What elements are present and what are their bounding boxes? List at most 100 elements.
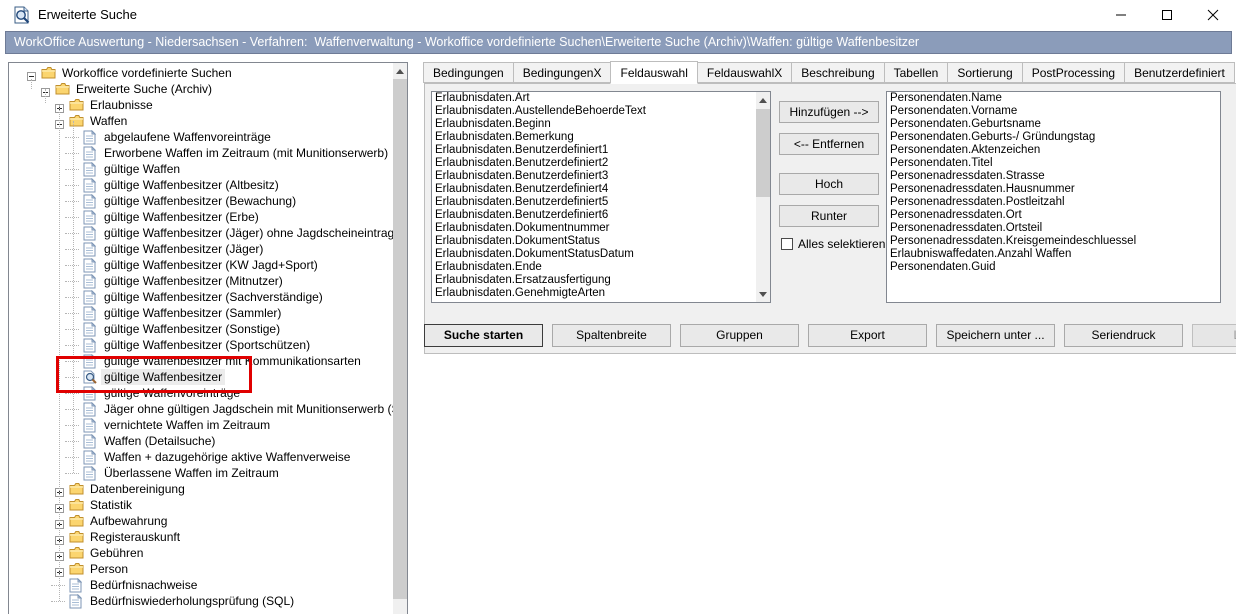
- list-item[interactable]: Erlaubnisdaten.GenehmigteArten: [432, 287, 756, 300]
- tree-item[interactable]: gültige Waffenvoreinträge: [9, 385, 391, 401]
- seriendruck-button[interactable]: Seriendruck: [1064, 324, 1183, 347]
- tree-item[interactable]: Workoffice vordefinierte Suchen: [9, 65, 391, 81]
- tab-benutzerdefiniert[interactable]: Benutzerdefiniert: [1124, 62, 1235, 83]
- tree-item[interactable]: Waffen + dazugehörige aktive Waffenverwe…: [9, 449, 391, 465]
- minimize-button[interactable]: [1098, 0, 1144, 29]
- select-all-option[interactable]: Alles selektieren: [781, 237, 885, 251]
- list-item[interactable]: Personendaten.Geburts-/ Gründungstag: [887, 131, 1220, 144]
- tree-item[interactable]: Erweiterte Suche (Archiv): [9, 81, 391, 97]
- list-item[interactable]: Personenadressdaten.Kreisgemeindeschlues…: [887, 235, 1220, 248]
- available-fields-list[interactable]: Erlaubnisdaten.ArtErlaubnisdaten.Austell…: [431, 91, 771, 303]
- speichern-unter-button[interactable]: Speichern unter ...: [936, 324, 1055, 347]
- list-item[interactable]: Erlaubnisdaten.Benutzerdefiniert6: [432, 209, 756, 222]
- tree-item[interactable]: Statistik: [9, 497, 391, 513]
- remove-field-button[interactable]: <-- Entfernen: [779, 133, 879, 155]
- tree-item[interactable]: Erworbene Waffen im Zeitraum (mit Muniti…: [9, 145, 391, 161]
- spaltenbreite-button[interactable]: Spaltenbreite: [552, 324, 671, 347]
- list-item[interactable]: Erlaubnisdaten.Benutzerdefiniert4: [432, 183, 756, 196]
- tree-item[interactable]: Gebühren: [9, 545, 391, 561]
- list-item[interactable]: Erlaubnisdaten.Bemerkung: [432, 131, 756, 144]
- tab-feldauswahl[interactable]: Feldauswahl: [610, 61, 697, 84]
- tree-item[interactable]: gültige Waffenbesitzer (Bewachung): [9, 193, 391, 209]
- tree-item[interactable]: gültige Waffenbesitzer (Jäger) ohne Jagd…: [9, 225, 391, 241]
- tree-item[interactable]: gültige Waffenbesitzer (Erbe): [9, 209, 391, 225]
- list-item[interactable]: Personenadressdaten.Postleitzahl: [887, 196, 1220, 209]
- list-item[interactable]: Erlaubnisdaten.Beginn: [432, 118, 756, 131]
- tab-sortierung[interactable]: Sortierung: [947, 62, 1022, 83]
- list-item[interactable]: Personendaten.Vorname: [887, 105, 1220, 118]
- tree-item[interactable]: gültige Waffenbesitzer (Sammler): [9, 305, 391, 321]
- tree-item[interactable]: gültige Waffen: [9, 161, 391, 177]
- available-list-scrollbar[interactable]: [756, 92, 770, 302]
- tab-tabellen[interactable]: Tabellen: [884, 62, 949, 83]
- list-item[interactable]: Personenadressdaten.Hausnummer: [887, 183, 1220, 196]
- tree-item[interactable]: Datenbereinigung: [9, 481, 391, 497]
- suche-starten-button[interactable]: Suche starten: [424, 324, 543, 347]
- list-item[interactable]: Erlaubnisdaten.AustellendeBehoerdeText: [432, 105, 756, 118]
- tree-item[interactable]: gültige Waffenbesitzer (Sportschützen): [9, 337, 391, 353]
- list-item[interactable]: Erlaubnisdaten.DokumentStatusDatum: [432, 248, 756, 261]
- tab-postprocessing[interactable]: PostProcessing: [1022, 62, 1125, 83]
- tree-item[interactable]: abgelaufene Waffenvoreinträge: [9, 129, 391, 145]
- tree-item[interactable]: Aufbewahrung: [9, 513, 391, 529]
- tree-item[interactable]: Waffen (Detailsuche): [9, 433, 391, 449]
- tree-item[interactable]: Registerauskunft: [9, 529, 391, 545]
- list-item[interactable]: Personendaten.Guid: [887, 261, 1220, 274]
- list-item[interactable]: Personendaten.Aktenzeichen: [887, 144, 1220, 157]
- move-up-button[interactable]: Hoch: [779, 173, 879, 195]
- add-field-button[interactable]: Hinzufügen -->: [779, 101, 879, 123]
- scroll-down-icon[interactable]: [756, 286, 770, 302]
- list-item[interactable]: Erlaubnisdaten.Dokumentnummer: [432, 222, 756, 235]
- export-button[interactable]: Export: [808, 324, 927, 347]
- tab-bedingungen[interactable]: Bedingungen: [423, 62, 514, 83]
- tree-item[interactable]: gültige Waffenbesitzer: [9, 369, 391, 385]
- tree-item[interactable]: gültige Waffenbesitzer (Altbesitz): [9, 177, 391, 193]
- document-icon: [83, 242, 98, 257]
- list-item[interactable]: Erlaubnisdaten.Benutzerdefiniert5: [432, 196, 756, 209]
- select-all-checkbox[interactable]: [781, 238, 793, 250]
- tree-item[interactable]: Bedürfnisnachweise: [9, 577, 391, 593]
- tree-item[interactable]: Überlassene Waffen im Zeitraum: [9, 465, 391, 481]
- move-down-button[interactable]: Runter: [779, 205, 879, 227]
- tree-item[interactable]: Person: [9, 561, 391, 577]
- tree-item[interactable]: Bedürfniswiederholungsprüfung (SQL): [9, 593, 391, 609]
- maximize-button[interactable]: [1144, 0, 1190, 29]
- tab-beschreibung[interactable]: Beschreibung: [791, 62, 884, 83]
- list-item[interactable]: Erlaubnisdaten.DokumentStatus: [432, 235, 756, 248]
- tree-scrollbar[interactable]: [393, 63, 407, 614]
- list-item[interactable]: Personendaten.Name: [887, 92, 1220, 105]
- list-item[interactable]: Erlaubnisdaten.Ersatzausfertigung: [432, 274, 756, 287]
- tree-item-label: gültige Waffenbesitzer (Sachverständige): [101, 289, 326, 305]
- tree-item[interactable]: gültige Waffenbesitzer (Mitnutzer): [9, 273, 391, 289]
- collapse-icon[interactable]: [27, 69, 36, 78]
- tree-item[interactable]: gültige Waffenbesitzer (Sachverständige): [9, 289, 391, 305]
- tree-item[interactable]: vernichtete Waffen im Zeitraum: [9, 417, 391, 433]
- scroll-up-icon[interactable]: [393, 63, 407, 79]
- list-item[interactable]: Erlaubnisdaten.Benutzerdefiniert1: [432, 144, 756, 157]
- list-item[interactable]: Personendaten.Titel: [887, 157, 1220, 170]
- gruppen-button[interactable]: Gruppen: [680, 324, 799, 347]
- list-item[interactable]: Erlaubniswaffedaten.Anzahl Waffen: [887, 248, 1220, 261]
- tree-item[interactable]: Waffen: [9, 113, 391, 129]
- tree-scrollbar-thumb[interactable]: [393, 79, 407, 599]
- tree-item[interactable]: gültige Waffenbesitzer (KW Jagd+Sport): [9, 257, 391, 273]
- selected-fields-list[interactable]: Personendaten.NamePersonendaten.VornameP…: [886, 91, 1221, 303]
- tree-item[interactable]: gültige Waffenbesitzer (Sonstige): [9, 321, 391, 337]
- tab-feldauswahlx[interactable]: FeldauswahlX: [697, 62, 792, 83]
- scroll-up-icon[interactable]: [756, 92, 770, 108]
- tree-item[interactable]: Jäger ohne gültigen Jagdschein mit Munit…: [9, 401, 391, 417]
- tab-bedingungenx[interactable]: BedingungenX: [513, 62, 612, 83]
- available-list-scrollbar-thumb[interactable]: [756, 109, 770, 197]
- list-item[interactable]: Personenadressdaten.Strasse: [887, 170, 1220, 183]
- tree-item[interactable]: gültige Waffenbesitzer mit Kommunikation…: [9, 353, 391, 369]
- list-item[interactable]: Erlaubnisdaten.Benutzerdefiniert3: [432, 170, 756, 183]
- list-item[interactable]: Personenadressdaten.Ort: [887, 209, 1220, 222]
- list-item[interactable]: Erlaubnisdaten.Ende: [432, 261, 756, 274]
- tree-item[interactable]: gültige Waffenbesitzer (Jäger): [9, 241, 391, 257]
- tree-item[interactable]: Erlaubnisse: [9, 97, 391, 113]
- list-item[interactable]: Personendaten.Geburtsname: [887, 118, 1220, 131]
- close-button[interactable]: [1190, 0, 1236, 29]
- list-item[interactable]: Erlaubnisdaten.Benutzerdefiniert2: [432, 157, 756, 170]
- list-item[interactable]: Erlaubnisdaten.Art: [432, 92, 756, 105]
- list-item[interactable]: Personenadressdaten.Ortsteil: [887, 222, 1220, 235]
